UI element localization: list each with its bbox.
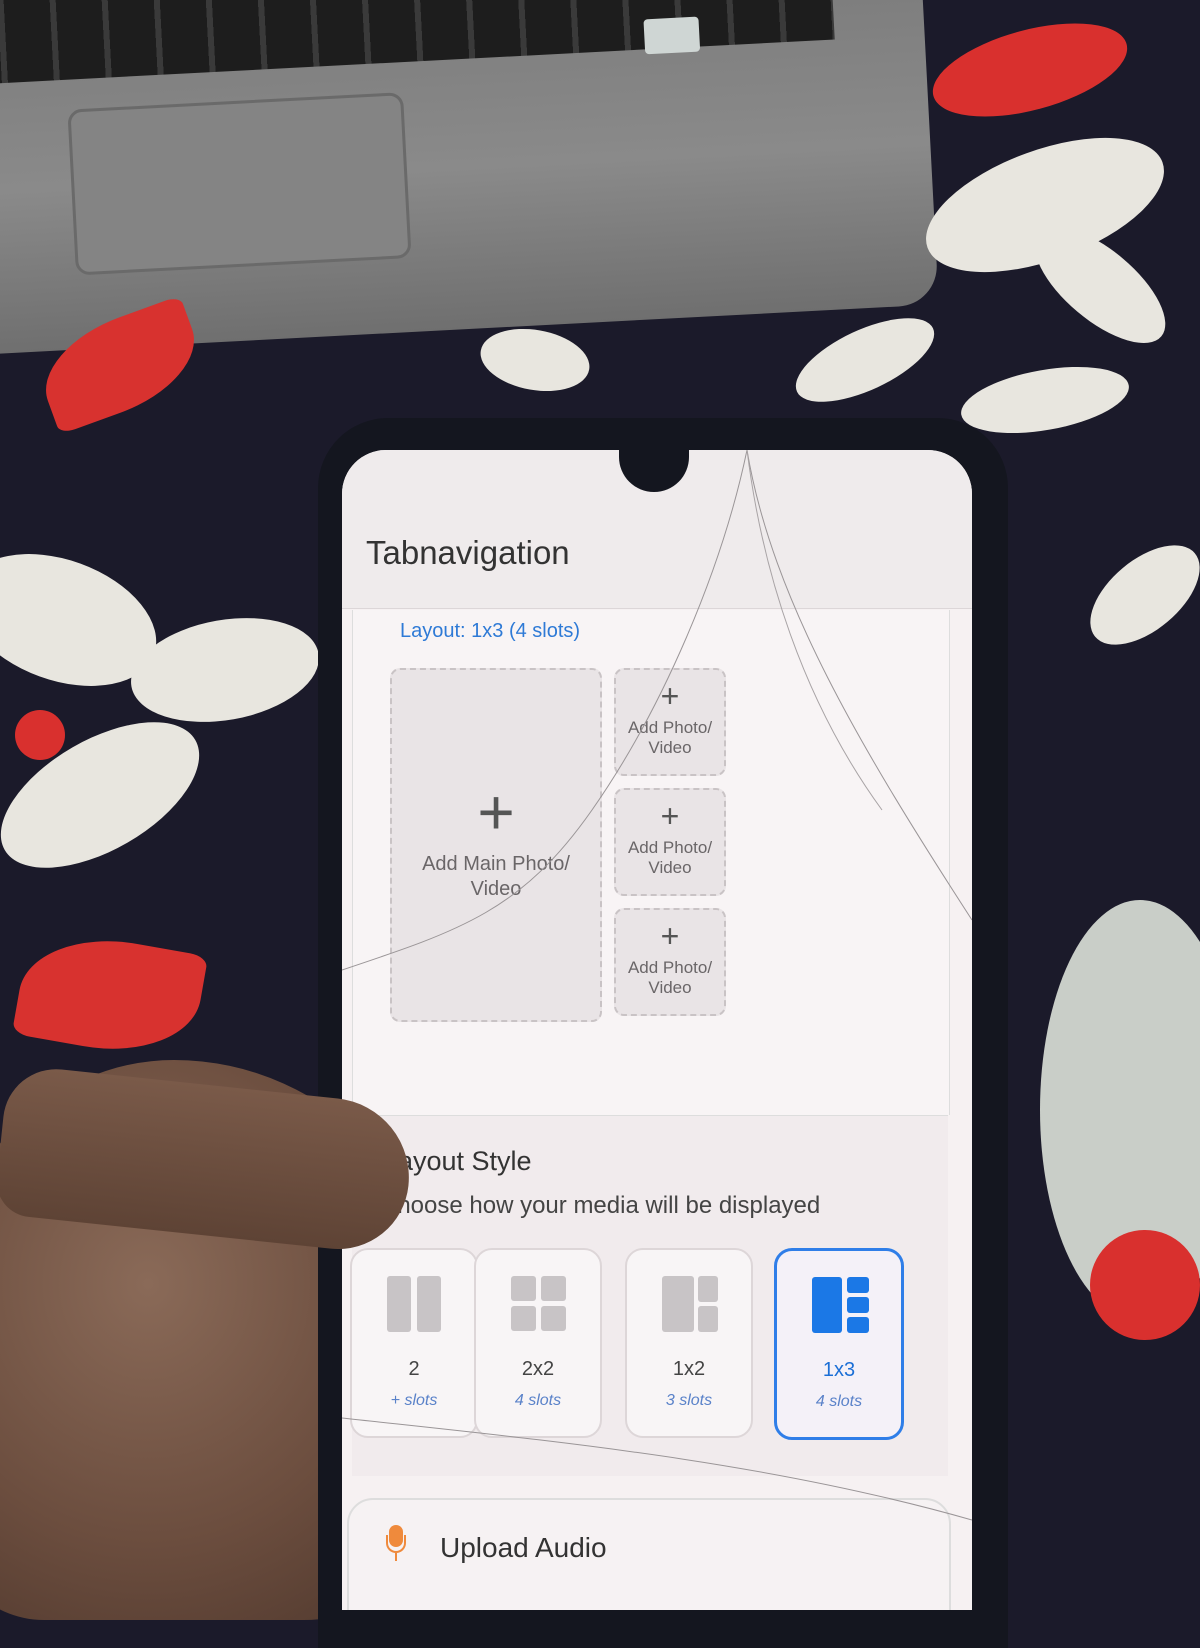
fabric-petal — [122, 604, 328, 736]
upload-audio-button[interactable] — [347, 1498, 951, 1610]
phone-screen: Tabnavigation Layout: 1x3 (4 slots) + Ad… — [342, 450, 972, 1610]
side-slot-label: Add Photo/ Video — [627, 718, 713, 757]
plus-icon: + — [477, 776, 515, 848]
one-plus-two-layout-icon — [662, 1276, 718, 1332]
layout-option-name: 1x2 — [672, 1358, 706, 1380]
side-media-slot[interactable]: + Add Photo/ Video — [614, 908, 726, 1016]
fabric-petal — [784, 301, 946, 419]
one-plus-three-layout-icon — [812, 1277, 869, 1333]
layout-option-1x2[interactable]: 1x2 3 slots — [625, 1248, 753, 1438]
plus-icon: + — [660, 678, 680, 714]
layout-option-1x3[interactable]: 1x3 4 slots — [774, 1248, 904, 1440]
side-media-slot[interactable]: + Add Photo/ Video — [614, 788, 726, 896]
page-title: Tabnavigation — [366, 534, 570, 571]
side-media-slot[interactable]: + Add Photo/ Video — [614, 668, 726, 776]
side-slot-label: Add Photo/ Video — [627, 838, 713, 877]
section-title: ayout Style — [398, 1146, 532, 1176]
laptop-trackpad — [67, 92, 412, 276]
layout-option-slots: 3 slots — [665, 1392, 713, 1409]
fabric-petal — [1072, 526, 1200, 664]
fabric-leaf — [11, 925, 209, 1065]
fabric-petal — [923, 5, 1137, 135]
fabric-dot — [1090, 1230, 1200, 1340]
main-slot-label: Add Main Photo/ Video — [422, 853, 570, 900]
two-column-layout-icon — [387, 1276, 443, 1332]
section-subtitle: Choose how your media will be displayed — [380, 1192, 821, 1219]
laptop-background — [0, 0, 939, 356]
layout-label: Layout: 1x3 (4 slots) — [400, 620, 581, 642]
side-slot-label: Add Photo/ Video — [627, 958, 713, 997]
laptop-keyboard — [0, 0, 835, 86]
layout-option-2[interactable]: 2 + slots — [350, 1248, 478, 1438]
fabric-dot — [15, 710, 65, 760]
layout-option-slots: 4 slots — [514, 1392, 562, 1409]
layout-option-slots: + slots — [390, 1392, 438, 1409]
layout-option-name: 1x3 — [822, 1359, 856, 1381]
main-media-slot[interactable]: + Add Main Photo/ Video — [390, 668, 602, 1022]
fabric-petal — [475, 320, 595, 400]
layout-option-name: 2x2 — [521, 1358, 555, 1380]
plus-icon: + — [660, 918, 680, 954]
upload-audio-label: Upload Audio — [440, 1532, 607, 1563]
layout-option-name: 2 — [408, 1358, 420, 1380]
microphone-icon — [386, 1525, 406, 1561]
grid-2x2-layout-icon — [511, 1276, 567, 1332]
laptop-sticker — [643, 16, 701, 55]
layout-option-slots: 4 slots — [815, 1393, 863, 1410]
plus-icon: + — [660, 798, 680, 834]
layout-option-2x2[interactable]: 2x2 4 slots — [474, 1248, 602, 1438]
fabric-petal — [956, 355, 1134, 445]
